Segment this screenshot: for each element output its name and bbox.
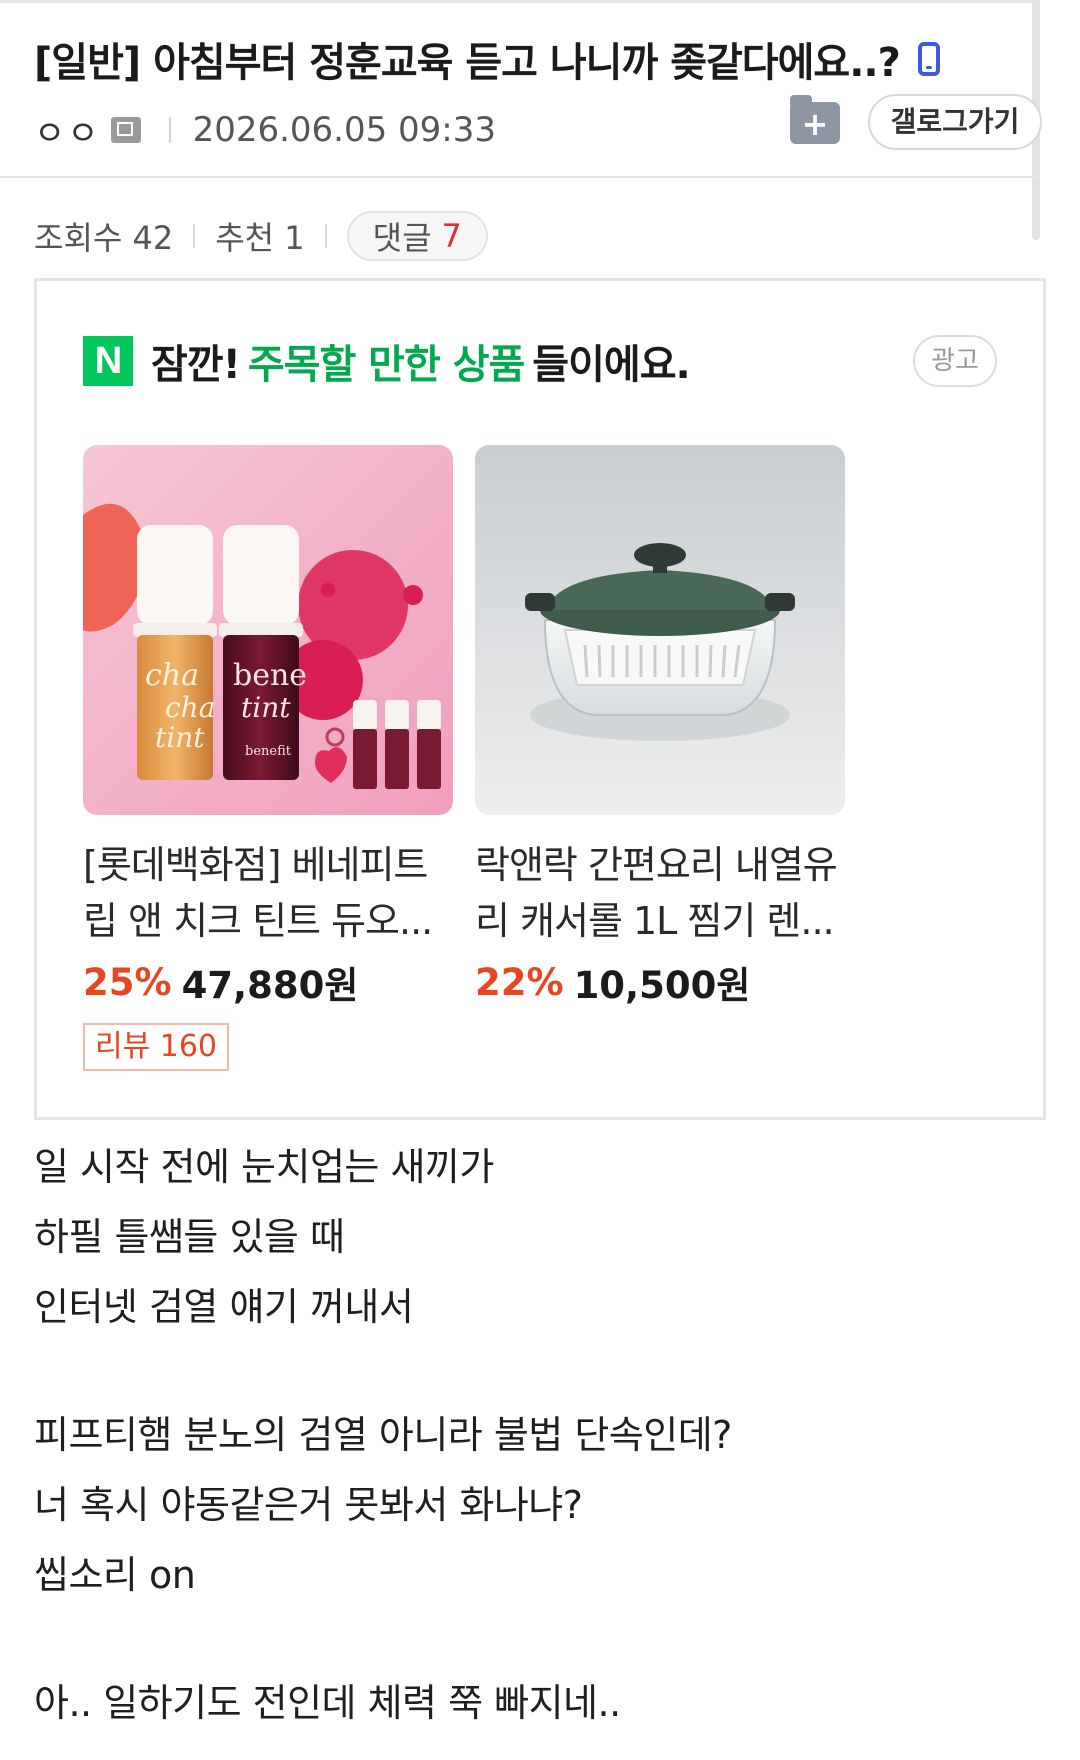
folder-plus-label: +	[801, 105, 829, 143]
fixed-nick-icon	[110, 117, 141, 143]
body-line: 너 혹시 야동같은거 못봐서 화나냐?	[34, 1483, 583, 1527]
body-line: 씹소리 on	[34, 1553, 196, 1597]
post-stats: 조회수 42 추천 1 댓글 7	[34, 210, 488, 262]
add-folder-icon[interactable]: +	[790, 95, 840, 144]
ad-heading-prefix: 잠깐!	[151, 342, 241, 388]
body-line: 아.. 일하기도 전인데 체력 쭉 빠지네..	[34, 1681, 621, 1725]
mobile-phone-icon	[917, 42, 940, 76]
product-price-row: 25% 47,880원	[83, 955, 453, 1009]
product-name[interactable]: 락앤락 간편요리 내열유리 캐서롤 1L 찜기 렌...	[475, 837, 845, 949]
post-title: [일반] 아침부터 정훈교육 듣고 나니까 좆같다에요..?	[34, 30, 994, 88]
post-meta: ㅇㅇ 2026.06.05 09:33 + 갤로그가기	[34, 94, 1042, 158]
meta-divider	[168, 117, 171, 143]
product-card[interactable]: cha cha tint bene tint benefit [롯데백화점] 베…	[83, 445, 453, 1071]
post-title-text: [일반] 아침부터 정훈교육 듣고 나니까 좆같다에요..?	[34, 40, 901, 86]
ad-heading: N 잠깐! 주목할 만한 상품 들이에요.	[83, 333, 691, 389]
comment-label: 댓글	[372, 219, 432, 257]
body-line: 인터넷 검열 얘기 꺼내서	[34, 1285, 414, 1329]
view-count: 조회수 42	[34, 219, 174, 257]
product-image[interactable]	[475, 445, 845, 815]
svg-text:tint: tint	[241, 691, 291, 724]
product-list: cha cha tint bene tint benefit [롯데백화점] 베…	[83, 445, 845, 1071]
stat-divider	[193, 224, 196, 248]
product-price-row: 22% 10,500원	[475, 955, 845, 1009]
post-date: 2026.06.05 09:33	[192, 110, 497, 150]
svg-text:bene: bene	[233, 658, 307, 693]
casserole-image	[475, 445, 845, 815]
svg-text:cha: cha	[145, 658, 199, 693]
header-divider	[0, 176, 1040, 178]
shopping-ad: N 잠깐! 주목할 만한 상품 들이에요. 광고 cha cha tint be…	[34, 278, 1046, 1120]
recommend-count: 추천 1	[215, 219, 305, 257]
tint-duo-image: cha cha tint bene tint benefit	[83, 445, 453, 815]
gallog-button[interactable]: 갤로그가기	[868, 94, 1042, 150]
svg-text:benefit: benefit	[245, 744, 292, 759]
svg-text:cha: cha	[165, 691, 215, 724]
post-body: 일 시작 전에 눈치업는 새끼가 하필 틀쌤들 있을 때 인터넷 검열 얘기 꺼…	[34, 1132, 1034, 1738]
naver-logo-icon: N	[83, 336, 133, 386]
discount-rate: 22%	[475, 960, 564, 1004]
stat-divider	[324, 224, 327, 248]
product-price: 47,880원	[181, 964, 359, 1007]
ad-heading-suffix: 들이에요.	[532, 342, 690, 388]
comment-count: 7	[441, 217, 462, 255]
ad-heading-accent: 주목할 만한 상품	[247, 342, 525, 388]
product-price: 10,500원	[573, 964, 751, 1007]
ad-badge[interactable]: 광고	[913, 335, 997, 387]
review-count-badge: 리뷰 160	[83, 1023, 229, 1071]
body-line: 피프티햄 분노의 검열 아니라 불법 단속인데?	[34, 1413, 732, 1457]
svg-text:tint: tint	[155, 721, 205, 754]
body-line: 일 시작 전에 눈치업는 새끼가	[34, 1145, 494, 1189]
product-image[interactable]: cha cha tint bene tint benefit	[83, 445, 453, 815]
discount-rate: 25%	[83, 960, 172, 1004]
comment-button[interactable]: 댓글 7	[346, 211, 488, 261]
top-divider	[0, 0, 1040, 3]
body-line: 하필 틀쌤들 있을 때	[34, 1215, 345, 1259]
product-name[interactable]: [롯데백화점] 베네피트 립 앤 치크 틴트 듀오...	[83, 837, 453, 949]
product-card[interactable]: 락앤락 간편요리 내열유리 캐서롤 1L 찜기 렌... 22% 10,500원	[475, 445, 845, 1071]
author-name[interactable]: ㅇㅇ	[34, 106, 101, 155]
